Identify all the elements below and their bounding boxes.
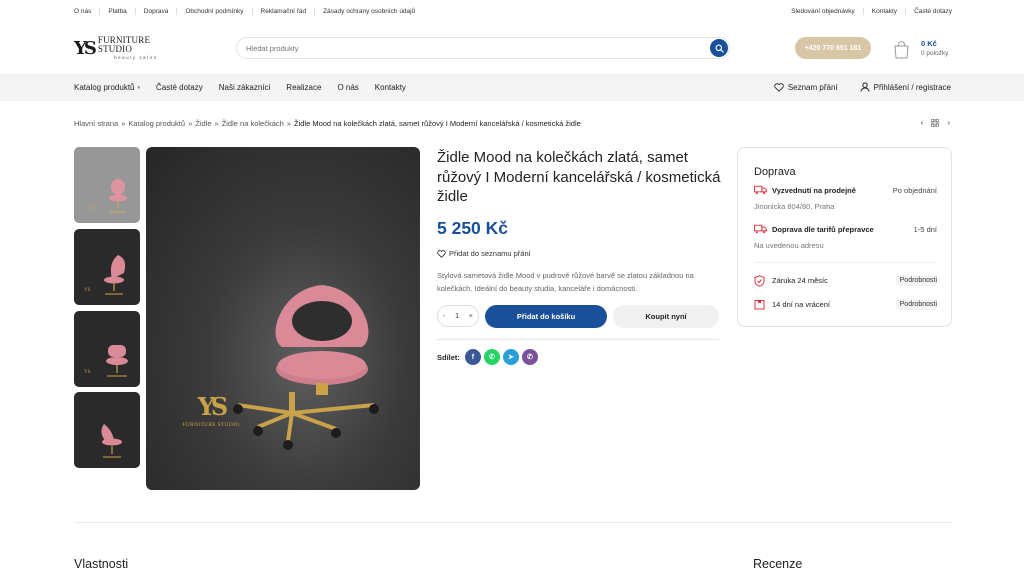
telegram-icon[interactable]: ➤ (502, 349, 519, 365)
product-description: Stylová sametová židle Mood v pudrově rů… (437, 271, 694, 293)
site-logo[interactable]: YS FURNITURE STUDIO beauty salon (74, 35, 174, 61)
delivery-heading: Doprava (754, 166, 796, 178)
grid-icon[interactable] (931, 118, 940, 127)
breadcrumb-catalog[interactable]: Katalog produktů (128, 119, 185, 128)
nav-item-catalog[interactable]: Katalog produktů ▾ (74, 83, 140, 92)
thumbnail-3[interactable]: YS (74, 311, 140, 387)
logo-mark: YS (74, 37, 97, 59)
top-links-left: O nás Platba Doprava Obchodní podmínky R… (74, 8, 423, 15)
breadcrumb: Hlavní strana» Katalog produktů» Židle» … (74, 119, 581, 128)
quantity-increase-button[interactable]: + (469, 313, 473, 320)
top-link-privacy[interactable]: Zásady ochrany osobních údajů (314, 8, 423, 15)
add-to-wishlist-link[interactable]: Přidat do seznamu přání (437, 249, 531, 258)
viber-icon[interactable]: ✆ (521, 349, 538, 365)
add-to-cart-button[interactable]: Přidat do košíku (485, 305, 607, 328)
top-link-faq[interactable]: Časté dotazy (905, 8, 952, 15)
quantity-decrease-button[interactable]: - (443, 313, 445, 320)
warranty-details-button[interactable]: Podrobnosti (895, 275, 937, 286)
chair-thumbnail-image (101, 424, 122, 458)
product-price: 5 250 Kč (437, 218, 509, 238)
returns-details-button[interactable]: Podrobnosti (895, 299, 937, 310)
cart-item-count: 0 položky (921, 50, 949, 57)
divider (754, 262, 937, 263)
thumbnail-4[interactable] (74, 392, 140, 468)
nav-item-realizations[interactable]: Realizace (286, 83, 321, 92)
login-link[interactable]: Přihlášení / registrace (860, 82, 951, 92)
warranty-row: Záruka 24 měsíc Podrobnosti (754, 274, 937, 288)
properties-heading: Vlastnosti (74, 557, 129, 571)
wishlist-link[interactable]: Seznam přání (774, 82, 838, 92)
shopping-bag-icon (894, 41, 909, 59)
heart-icon (437, 249, 446, 258)
section-divider (74, 522, 952, 523)
chevron-right-icon[interactable]: › (947, 118, 950, 127)
svg-text:YS: YS (84, 288, 91, 293)
nav-item-faq[interactable]: Časté dotazy (156, 83, 203, 92)
search-icon (714, 43, 724, 53)
cart-widget[interactable]: 0 Kč 0 položky (893, 37, 963, 61)
breadcrumb-home[interactable]: Hlavní strana (74, 119, 118, 128)
top-link-payment[interactable]: Platba (99, 8, 134, 15)
top-link-about[interactable]: O nás (74, 8, 99, 15)
facebook-icon[interactable]: f (464, 349, 481, 365)
return-box-icon (754, 300, 765, 310)
breadcrumb-wheeled-chairs[interactable]: Židle na kolečkách (222, 119, 284, 128)
shield-icon (754, 275, 765, 287)
site-header: YS FURNITURE STUDIO beauty salon +420 77… (0, 24, 1024, 72)
truck-icon (754, 185, 767, 195)
chevron-left-icon[interactable]: ‹ (921, 118, 924, 127)
logo-tagline: beauty salon (114, 54, 158, 60)
pickup-address: Jinonicka 804/80, Praha (754, 202, 835, 211)
cart-price: 0 Kč (921, 39, 937, 48)
chair-thumbnail-image: YS (84, 255, 126, 295)
breadcrumb-chairs[interactable]: Židle (195, 119, 211, 128)
product-title: Židle Mood na kolečkách zlatá, samet růž… (437, 149, 721, 205)
chair-thumbnail-image: YS (88, 179, 127, 213)
top-link-order-tracking[interactable]: Sledování objednávky (783, 8, 863, 15)
breadcrumb-current: Židle Mood na kolečkách zlatá, samet růž… (293, 119, 581, 128)
delivery-panel: Doprava Vyzvednutí na prodejně Po objedn… (737, 147, 952, 327)
nav-item-about[interactable]: O nás (337, 83, 358, 92)
whatsapp-icon[interactable]: ✆ (483, 349, 500, 365)
search-button[interactable] (710, 39, 728, 57)
image-brand-watermark: YS FURNITURE STUDIO (182, 392, 240, 428)
phone-button[interactable]: +420 770 651 181 (795, 37, 871, 59)
top-link-terms[interactable]: Obchodní podmínky (176, 8, 251, 15)
top-links-right: Sledování objednávky Kontakty Časté dota… (783, 8, 952, 15)
divider (437, 339, 719, 340)
top-link-complaints[interactable]: Reklamační řád (251, 8, 315, 15)
svg-text:YS: YS (84, 370, 91, 375)
chevron-down-icon: ▾ (137, 84, 141, 91)
share-label: Sdílet: (437, 352, 460, 362)
product-pager: ‹ › (921, 118, 950, 127)
carrier-note: Na uvedenou adresu (754, 241, 824, 250)
nav-item-contacts[interactable]: Kontakty (375, 83, 406, 92)
chair-thumbnail-image: YS (84, 345, 128, 377)
top-link-shipping[interactable]: Doprava (134, 8, 177, 15)
thumbnail-2[interactable]: YS (74, 229, 140, 305)
search-input[interactable] (246, 42, 706, 55)
reviews-heading: Recenze (753, 557, 803, 571)
user-icon (860, 82, 870, 92)
main-product-image[interactable]: YS FURNITURE STUDIO (146, 147, 420, 490)
top-link-contacts[interactable]: Kontakty (862, 8, 905, 15)
truck-icon (754, 224, 767, 234)
share-row: Sdílet: f ✆ ➤ ✆ (437, 349, 538, 365)
svg-text:YS: YS (88, 206, 95, 211)
quantity-input[interactable] (450, 312, 465, 320)
returns-row: 14 dní na vrácení Podrobnosti (754, 298, 937, 312)
chair-illustration (233, 285, 379, 450)
search-bar (236, 37, 730, 59)
logo-name: FURNITURE STUDIO (97, 34, 151, 54)
heart-icon (774, 82, 784, 92)
buy-now-button[interactable]: Koupit nyní (613, 305, 719, 328)
quantity-stepper: - + (437, 305, 479, 327)
main-navigation: Katalog produktů ▾ Časté dotazy Naši záka… (0, 74, 1024, 101)
thumbnail-1[interactable]: YS (74, 147, 140, 223)
top-utility-bar: O nás Platba Doprava Obchodní podmínky R… (0, 0, 1024, 24)
nav-item-customers[interactable]: Naši zákazníci (219, 83, 271, 92)
